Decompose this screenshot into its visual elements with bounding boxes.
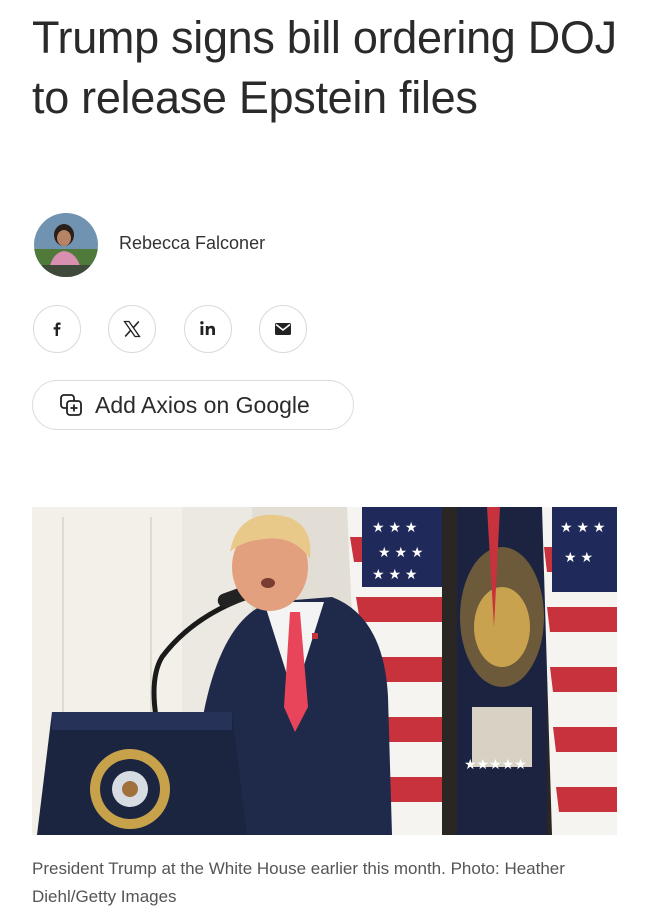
share-linkedin-button[interactable] — [184, 305, 232, 353]
author-name[interactable]: Rebecca Falconer — [119, 233, 265, 254]
share-facebook-button[interactable] — [33, 305, 81, 353]
photo-caption: President Trump at the White House earli… — [32, 859, 565, 906]
facebook-icon — [53, 322, 61, 336]
share-email-button[interactable] — [259, 305, 307, 353]
add-source-icon — [60, 394, 82, 416]
share-x-button[interactable] — [108, 305, 156, 353]
article-headline: Trump signs bill ordering DOJ to release… — [32, 12, 617, 123]
add-axios-on-google-button[interactable]: Add Axios on Google — [32, 380, 354, 430]
article-photo[interactable]: ★ ★ ★ ★ ★ ★ ★ ★ ★ ★★★★★ ★ ★ ★ ★ ★ — [32, 507, 617, 835]
svg-text:★★★★★: ★★★★★ — [464, 756, 527, 772]
add-axios-on-google-label: Add Axios on Google — [95, 391, 310, 418]
svg-text:★ ★ ★: ★ ★ ★ — [372, 519, 417, 535]
svg-text:★ ★ ★: ★ ★ ★ — [378, 544, 423, 560]
email-icon — [275, 323, 291, 335]
svg-text:★ ★ ★: ★ ★ ★ — [372, 566, 417, 582]
x-icon — [123, 320, 141, 338]
svg-text:★ ★ ★: ★ ★ ★ — [560, 519, 605, 535]
author-avatar[interactable] — [34, 213, 98, 277]
svg-text:★ ★: ★ ★ — [564, 549, 593, 565]
linkedin-icon — [200, 321, 215, 335]
